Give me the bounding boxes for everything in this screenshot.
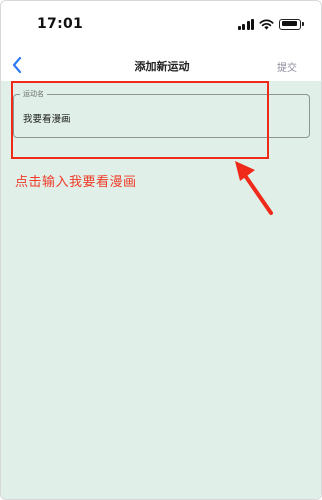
annotation-arrow-icon [235,161,273,215]
wifi-icon [259,19,274,30]
phone-screen: 17:01 添加新运动 提交 运动名 我要看漫画 点击输入我要看漫画 [0,0,322,500]
cellular-signal-icon [237,18,254,30]
status-icons [237,18,304,30]
main-content: 运动名 我要看漫画 点击输入我要看漫画 [1,81,321,499]
nav-bar: 添加新运动 提交 [1,49,321,81]
submit-button[interactable]: 提交 [277,59,297,74]
annotation-highlight-box [11,81,269,159]
status-bar: 17:01 [1,1,321,49]
status-time: 17:01 [37,16,84,32]
battery-icon [279,18,304,30]
annotation-text: 点击输入我要看漫画 [15,175,137,190]
page-title: 添加新运动 [134,60,190,73]
